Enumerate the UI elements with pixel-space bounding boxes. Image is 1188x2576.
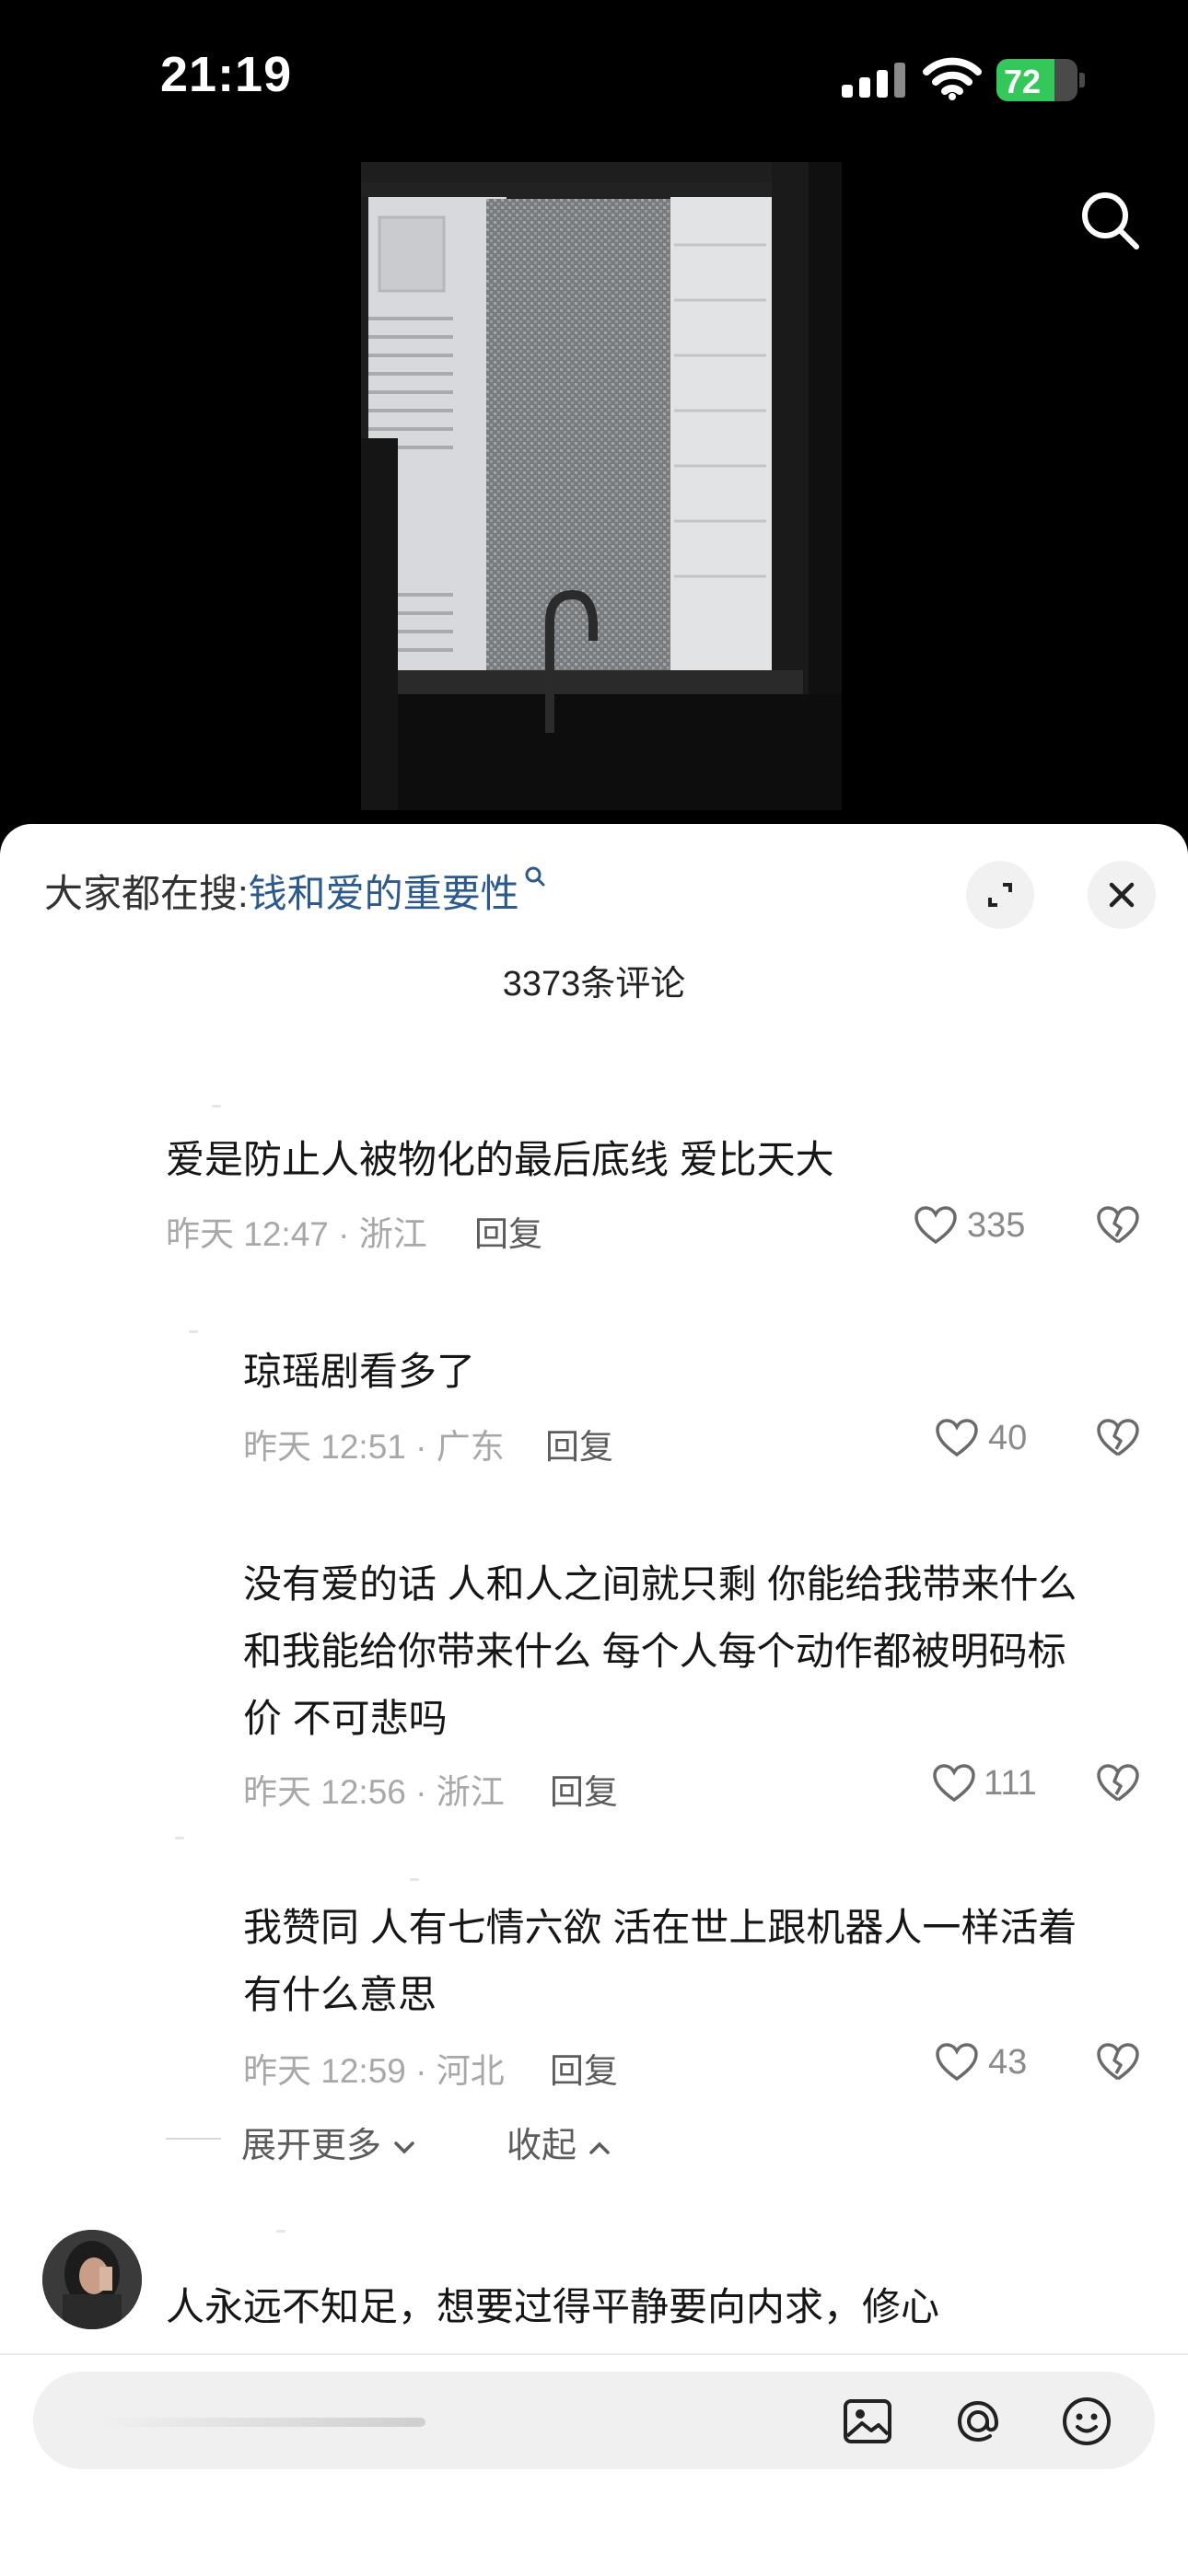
comment-input-bar [0,2353,1188,2576]
avatar[interactable] [42,2230,142,2329]
reply-button[interactable]: 回复 [550,2043,618,2093]
cellular-signal-icon [842,63,905,98]
wifi-icon [923,57,982,100]
comment-meta: 昨天 12:51 · 广东 [243,1428,505,1466]
reply-button[interactable]: 回复 [474,1206,542,1256]
heart-icon[interactable] [932,1763,976,1804]
video-frame-image [361,162,842,810]
comment-count: 3373条评论 [502,965,686,1004]
status-time: 21:19 [160,47,293,102]
close-button[interactable] [1088,861,1156,929]
comment-meta: 昨天 12:47 · 浙江 [166,1215,427,1253]
comment-text: 和我能给你带来什么 每个人每个动作都被明码标 [243,1630,1066,1673]
expand-button[interactable] [966,861,1034,929]
comment-meta: 昨天 12:59 · 河北 [243,2052,505,2090]
collapse-button[interactable]: 收起 [507,2117,612,2167]
status-bar: 21:19 72 [0,0,1188,157]
like-count: 40 [988,1419,1028,1457]
broken-heart-icon[interactable] [1096,1205,1140,1246]
comment-text: 没有爱的话 人和人之间就只剩 你能给我带来什么 [243,1562,1077,1606]
comment-text: 我赞同 人有七情六欲 活在世上跟机器人一样活着 [243,1906,1077,1949]
like-count: 335 [967,1206,1026,1245]
comment-text: 琼瑶剧看多了 [243,1350,476,1393]
emoji-icon[interactable] [1057,2392,1116,2451]
expand-more-button[interactable]: 展开更多 [241,2117,417,2167]
comment-input[interactable] [33,2372,1155,2469]
comment-text: 有什么意思 [243,1973,437,2016]
heart-icon[interactable] [914,1205,958,1246]
like-count: 43 [988,2043,1028,2082]
hot-search-prefix: 大家都在搜: [44,872,249,915]
reply-button[interactable]: 回复 [550,1764,618,1814]
broken-heart-icon[interactable] [1096,2042,1140,2083]
collapse-label: 收起 [507,2127,577,2165]
comment-meta: 昨天 12:56 · 浙江 [243,1773,505,1811]
expand-icon [988,883,1012,907]
video-player[interactable] [0,157,1188,829]
comments-sheet: 大家都在搜:钱和爱的重要性 3373条评论 爱是防止人被物化的最后底线 爱比天大… [0,824,1188,2574]
replies-divider [166,2138,221,2140]
comment-text: 人永远不知足，想要过得平静要向内求，修心 [166,2285,940,2328]
expand-more-label: 展开更多 [241,2127,382,2165]
at-icon[interactable] [949,2392,1007,2451]
battery-indicator: 72 [996,59,1085,101]
image-icon[interactable] [840,2394,895,2449]
reply-button[interactable]: 回复 [545,1419,613,1468]
search-icon [525,866,545,887]
chevron-down-icon [393,2141,414,2154]
comment-text: 价 不可悲吗 [243,1697,448,1740]
hot-search-banner[interactable]: 大家都在搜:钱和爱的重要性 [44,863,547,919]
hot-search-keyword[interactable]: 钱和爱的重要性 [249,872,519,915]
close-icon [1109,882,1135,908]
comment-text: 爱是防止人被物化的最后底线 爱比天大 [166,1138,834,1181]
heart-icon[interactable] [935,2042,979,2083]
chevron-up-icon [588,2141,610,2154]
search-icon[interactable] [1074,184,1147,258]
like-count: 111 [984,1764,1037,1803]
broken-heart-icon[interactable] [1096,1763,1140,1804]
battery-percent: 72 [1004,63,1042,100]
heart-icon[interactable] [935,1418,979,1458]
broken-heart-icon[interactable] [1096,1418,1140,1458]
